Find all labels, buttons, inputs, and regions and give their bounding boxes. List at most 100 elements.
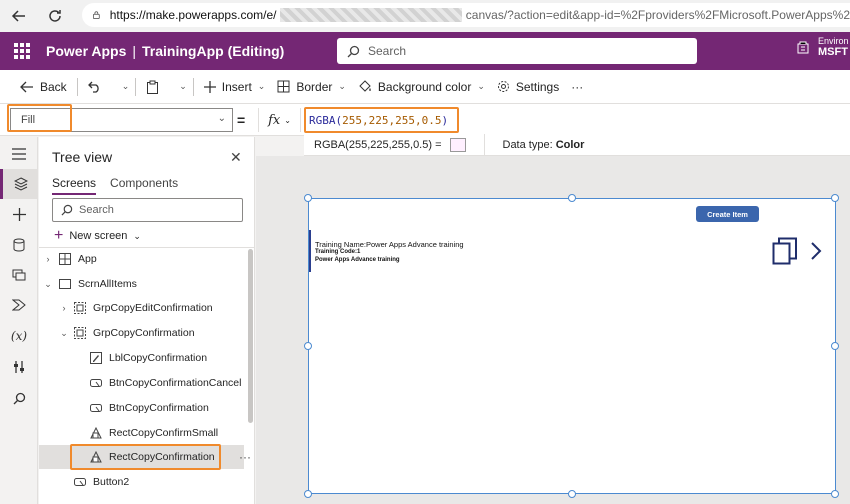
browser-refresh-icon[interactable] [44,5,66,27]
back-button[interactable]: Back [14,73,73,101]
resize-handle[interactable] [568,194,576,202]
tree-item-button[interactable]: Button2 [39,470,244,494]
plus-icon [203,80,216,93]
tree-item-label: BtnCopyConfirmation [109,402,209,414]
chevron-down-icon: ⌄ [217,113,226,124]
chevron-down-icon[interactable]: ⌄ [59,328,69,339]
tree-item-label: GrpCopyEditConfirmation [93,302,213,314]
tree-item-group[interactable]: › GrpCopyEditConfirmation [39,296,244,320]
search-icon [61,204,73,216]
more-options-icon[interactable]: ··· [239,450,251,464]
undo-dropdown[interactable]: ⌄ [114,73,132,101]
resize-handle[interactable] [831,194,839,202]
insert-icon[interactable] [0,199,38,229]
variables-icon[interactable]: (x) [0,321,38,351]
hamburger-menu-icon[interactable] [0,139,38,169]
tree-view-icon[interactable] [0,169,38,199]
copy-icon[interactable] [772,237,798,265]
browser-toolbar: https://make.powerapps.com/e/ canvas/?ac… [0,0,850,32]
label-icon [89,351,103,365]
header-search-input[interactable]: Search [337,38,697,64]
paste-dropdown[interactable]: ⌄ [171,73,189,101]
group-icon [73,301,87,315]
tree-search-input[interactable]: Search [52,198,243,222]
app-screen[interactable]: Create Item Training Name:Power Apps Adv… [308,198,836,494]
app-launcher-icon[interactable] [14,43,30,59]
environment-name: MSFT [818,46,848,58]
fx-button[interactable]: fx ⌄ [258,108,301,132]
tree-item-rectangle[interactable]: RectCopyConfirmSmall [39,421,244,445]
environment-picker[interactable]: Environ MSFT [796,36,849,58]
paste-button[interactable] [140,73,171,101]
plus-icon: + [54,227,64,244]
tree-item-label: ScrnAllItems [78,278,137,290]
back-label: Back [40,79,67,94]
gear-icon [497,81,509,92]
create-item-button[interactable]: Create Item [696,206,759,222]
url-redacted [280,8,462,22]
browser-back-icon[interactable] [8,5,30,27]
tree-item-label: GrpCopyConfirmation [93,327,195,339]
new-screen-button[interactable]: + New screen ⌄ [54,227,141,245]
training-code-label[interactable]: Training Code:1 [315,249,360,255]
insert-menu[interactable]: Insert ⌄ [198,73,272,101]
clipboard-icon [147,80,159,94]
formula-bar: Fill ⌄ = fx ⌄ RGBA(255,225,255,0.5) [0,104,850,136]
canvas-area: Create Item Training Name:Power Apps Adv… [256,156,850,504]
resize-handle[interactable] [304,194,312,202]
formula-arguments: 255,225,255,0.5 [342,113,442,127]
chevron-down-icon[interactable]: ⌄ [43,279,53,290]
tree-view-title: Tree view [52,149,113,165]
resize-handle[interactable] [831,490,839,498]
resize-handle[interactable] [568,490,576,498]
power-automate-icon[interactable] [0,290,38,320]
divider [483,133,485,156]
border-menu[interactable]: Border ⌄ [271,73,352,101]
chevron-right-icon[interactable]: › [43,254,53,264]
tree-item-screen[interactable]: ⌄ ScrnAllItems [39,272,244,296]
tree-item-label: RectCopyConfirmSmall [109,427,219,439]
selection-highlight-box [70,444,221,470]
formula-result-row: RGBA(255,225,255,0.5) = Data type: Color [304,133,850,156]
search-icon[interactable] [0,383,38,413]
url-path: canvas/?action=edit&app-id=%2Fproviders%… [465,8,850,22]
tree-scrollbar[interactable] [248,249,253,423]
tab-screens[interactable]: Screens [52,176,97,195]
tree-item-button[interactable]: BtnCopyConfirmation [39,396,244,420]
tree-item-app[interactable]: › App [39,247,244,271]
chevron-right-icon[interactable] [809,241,823,261]
undo-button[interactable] [82,73,114,101]
tab-components[interactable]: Components [110,176,178,195]
chevron-right-icon[interactable]: › [59,303,69,313]
address-bar[interactable]: https://make.powerapps.com/e/ canvas/?ac… [82,3,850,27]
chevron-down-icon: ⌄ [133,230,141,241]
close-icon[interactable]: ✕ [230,149,242,166]
training-description-label[interactable]: Power Apps Advance training [315,257,400,263]
command-bar: Back ⌄ ⌄ Insert ⌄ Border ⌄ Background co… [0,70,850,104]
formula-input[interactable]: RGBA(255,225,255,0.5) [304,107,459,133]
function-icon: fx [268,112,281,128]
url-host: https://make.powerapps.com/e/ [109,8,277,22]
tree-item-button[interactable]: BtnCopyConfirmationCancel [39,371,244,395]
resize-handle[interactable] [831,342,839,350]
tree-item-group[interactable]: ⌄ GrpCopyConfirmation [39,321,244,345]
formula-result-value: RGBA(255,225,255,0.5) = [314,138,442,151]
tree-item-label-control[interactable]: LblCopyConfirmation [39,346,244,370]
tree-item-label: LblCopyConfirmation [109,352,208,364]
chevron-down-icon: ⌄ [179,81,187,91]
background-color-menu[interactable]: Background color ⌄ [352,73,491,101]
resize-handle[interactable] [304,342,312,350]
training-name-label[interactable]: Training Name:Power Apps Advance trainin… [315,240,464,249]
data-icon[interactable] [0,230,38,260]
more-commands-button[interactable]: ··· [565,73,589,101]
resize-handle[interactable] [304,490,312,498]
product-name[interactable]: Power Apps [46,43,126,59]
rectangle-icon [89,426,103,440]
settings-button[interactable]: Settings [491,73,565,101]
advanced-tools-icon[interactable] [0,352,38,382]
chevron-down-icon: ⌄ [284,115,291,125]
button-icon [89,376,103,390]
media-icon[interactable] [0,260,38,290]
item-accent-bar [309,230,311,272]
button-icon [89,401,103,415]
